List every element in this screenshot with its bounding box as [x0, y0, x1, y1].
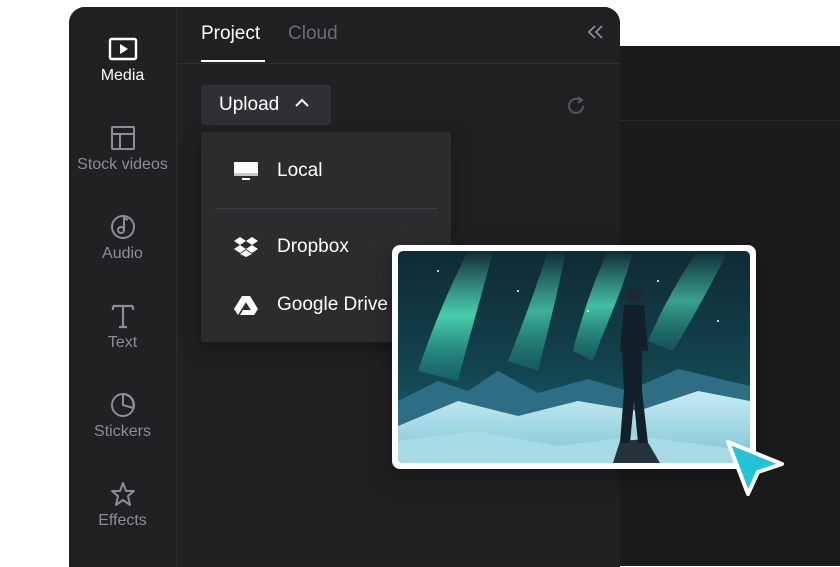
text-icon [111, 304, 134, 329]
stock-videos-icon [110, 126, 135, 150]
tab-cloud[interactable]: Cloud [288, 23, 338, 45]
media-thumbnail-card[interactable] [392, 245, 756, 469]
collapse-panel-icon[interactable] [586, 23, 606, 41]
refresh-icon[interactable] [565, 95, 587, 117]
sidebar-item-effects[interactable]: Effects [69, 480, 176, 530]
menu-item-label: Dropbox [277, 236, 349, 257]
sidebar-item-label: Media [100, 67, 145, 84]
sidebar-item-label: Audio [102, 245, 143, 262]
upload-button-label: Upload [219, 94, 280, 115]
mouse-cursor-icon [726, 440, 784, 496]
tab-underline [201, 60, 265, 62]
sidebar-item-text[interactable]: Text [69, 302, 176, 352]
tab-project[interactable]: Project [201, 23, 260, 45]
stickers-icon [110, 392, 135, 417]
sidebar-item-audio[interactable]: Audio [69, 213, 176, 263]
audio-icon [110, 215, 135, 239]
media-icon [108, 37, 137, 61]
chevron-up-icon [295, 98, 309, 107]
menu-divider [215, 208, 437, 209]
menu-item-label: Google Drive [277, 294, 388, 315]
monitor-icon [234, 162, 258, 180]
effects-icon [110, 482, 135, 506]
upload-button[interactable]: Upload [201, 85, 331, 125]
dropbox-icon [234, 237, 258, 257]
sidebar-item-media[interactable]: Media [69, 35, 176, 85]
sidebar-item-label: Effects [98, 512, 147, 529]
sidebar: Media Stock videos Audio Text Stickers E… [69, 7, 177, 567]
panel-tabs: Project Cloud [177, 7, 620, 64]
sidebar-item-stickers[interactable]: Stickers [69, 391, 176, 441]
sidebar-item-label: Stock videos [77, 156, 168, 173]
google-drive-icon [234, 296, 258, 315]
sidebar-item-stock-videos[interactable]: Stock videos [69, 124, 176, 174]
menu-item-label: Local [277, 160, 323, 181]
sidebar-item-label: Text [107, 334, 138, 351]
menu-item-local[interactable]: Local [201, 146, 451, 196]
aurora-photo [398, 251, 750, 463]
sidebar-item-label: Stickers [94, 423, 151, 440]
